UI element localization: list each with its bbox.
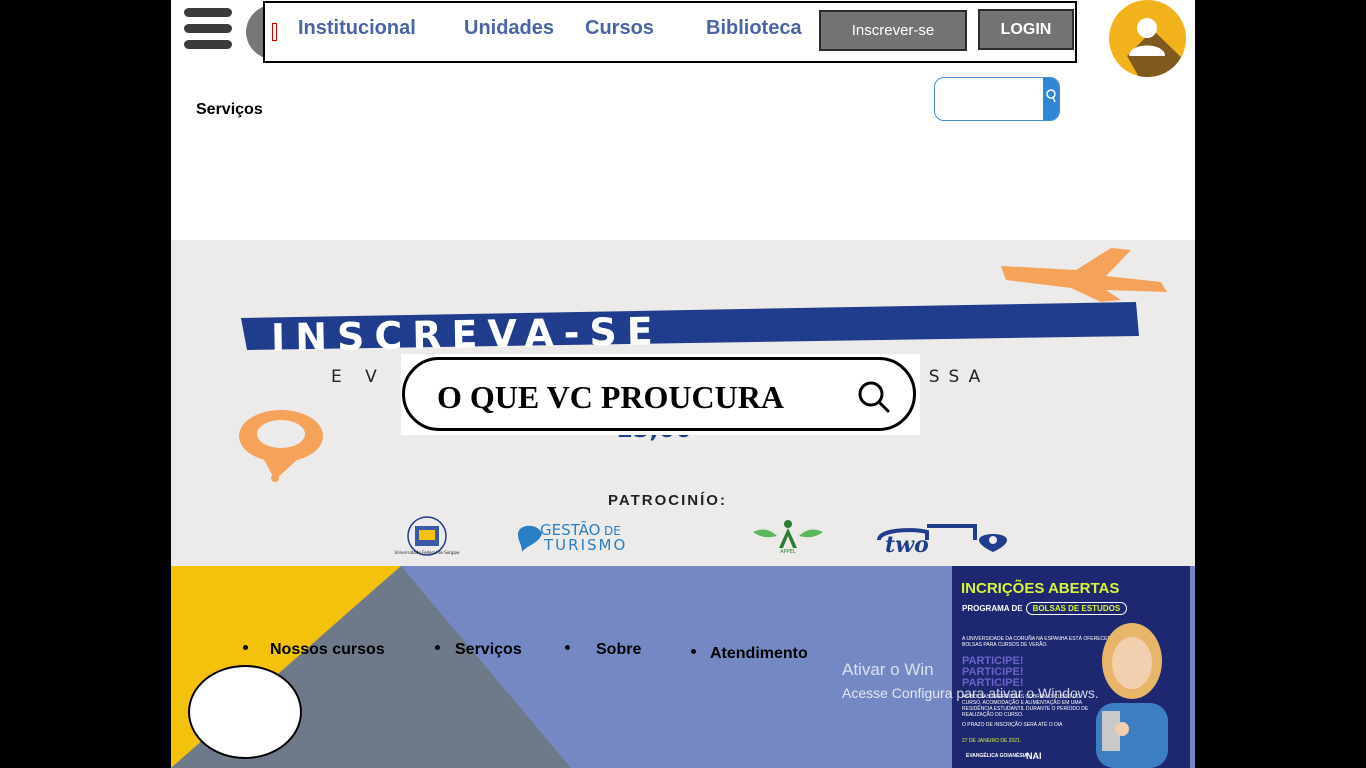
nav-link-biblioteca[interactable]: Biblioteca [706,17,802,40]
svg-text:APPEL: APPEL [780,549,796,554]
nav-link-institucional[interactable]: Institucional [298,17,416,40]
top-navbar: Institucional Unidades Cursos Biblioteca… [263,1,1077,63]
sponsor-logo-ufs: Universidade Federal de Sergipe [394,516,460,556]
poster-title: INCRIÇÕES ABERTAS [961,580,1120,597]
footer-link-label: Sobre [596,641,642,658]
hero-banner: INSCREVA-SE 15,00 E V ESSA PATROCINÍO: U… [171,240,1195,566]
location-pin-icon [239,410,323,482]
sponsor-logo-two: two [877,524,1007,556]
nav-marker [272,23,277,41]
hamburger-menu-icon[interactable] [184,8,232,52]
search-icon[interactable] [857,380,891,414]
services-label[interactable]: Serviços [196,101,263,119]
footer-link-sobre[interactable]: Sobre [565,641,641,659]
poster-deadline: 27 DE JANEIRO DE 2021. [962,738,1022,744]
footer-link-nossos-cursos[interactable]: Nossos cursos [243,641,385,659]
banner-search-bar[interactable]: O QUE VC PROUCURA [402,357,916,431]
nav-link-unidades[interactable]: Unidades [464,17,554,40]
sponsor-logo-appel: APPEL [753,520,823,554]
footer-link-atendimento[interactable]: Atendimento [691,645,808,663]
nav-link-cursos[interactable]: Cursos [585,17,654,40]
sponsor-logo-gestao-turismo: GESTÃO DE TURISMO [518,520,627,554]
windows-activation-watermark-text: Acesse Configura para ativar o Windows. [842,685,1099,701]
footer: Nossos cursos Serviços Sobre Atendimento… [171,566,1195,768]
footer-link-servicos[interactable]: Serviços [435,641,522,659]
banner-subtitle-left: E V [331,367,386,387]
airplane-icon [1001,248,1167,302]
footer-circle [188,665,302,759]
poster-footer-left: EVANGÉLICA GOIANÉSIA [966,753,1028,759]
windows-activation-watermark-title: Ativar o Win [842,660,934,679]
banner-subtitle-right: ESSA [909,367,990,387]
banner-search-prompt: O QUE VC PROUCURA [437,379,784,415]
footer-link-label: Nossos cursos [270,641,385,658]
svg-text:TURISMO: TURISMO [543,536,627,554]
poster-body-3: O PRAZO DE INSCRIÇÃO SERÁ ATÉ O DIA [962,722,1063,728]
page: Institucional Unidades Cursos Biblioteca… [171,0,1195,768]
scholarship-poster[interactable]: INCRIÇÕES ABERTAS PROGRAMA DE BOLSAS DE E… [952,566,1190,768]
header-search-input[interactable] [941,84,1041,114]
signup-button[interactable]: Inscrever-se [819,10,967,51]
sponsors-label: PATROCINÍO: [608,492,727,509]
footer-link-label: Atendimento [710,645,808,662]
svg-text:two: two [885,532,929,556]
svg-text:Universidade Federal de Sergip: Universidade Federal de Sergipe [394,550,460,555]
login-button[interactable]: LOGIN [978,9,1074,50]
user-avatar[interactable] [1109,0,1186,77]
banner-search-wrap: O QUE VC PROUCURA [401,354,920,435]
search-icon [1046,89,1056,103]
poster-footer-right: NAI [1026,751,1042,761]
header-search-button[interactable] [1043,78,1059,120]
footer-link-label: Serviços [455,641,522,658]
header-search [934,77,1060,121]
user-icon [1127,18,1186,77]
banner-headline: INSCREVA-SE [271,309,663,360]
